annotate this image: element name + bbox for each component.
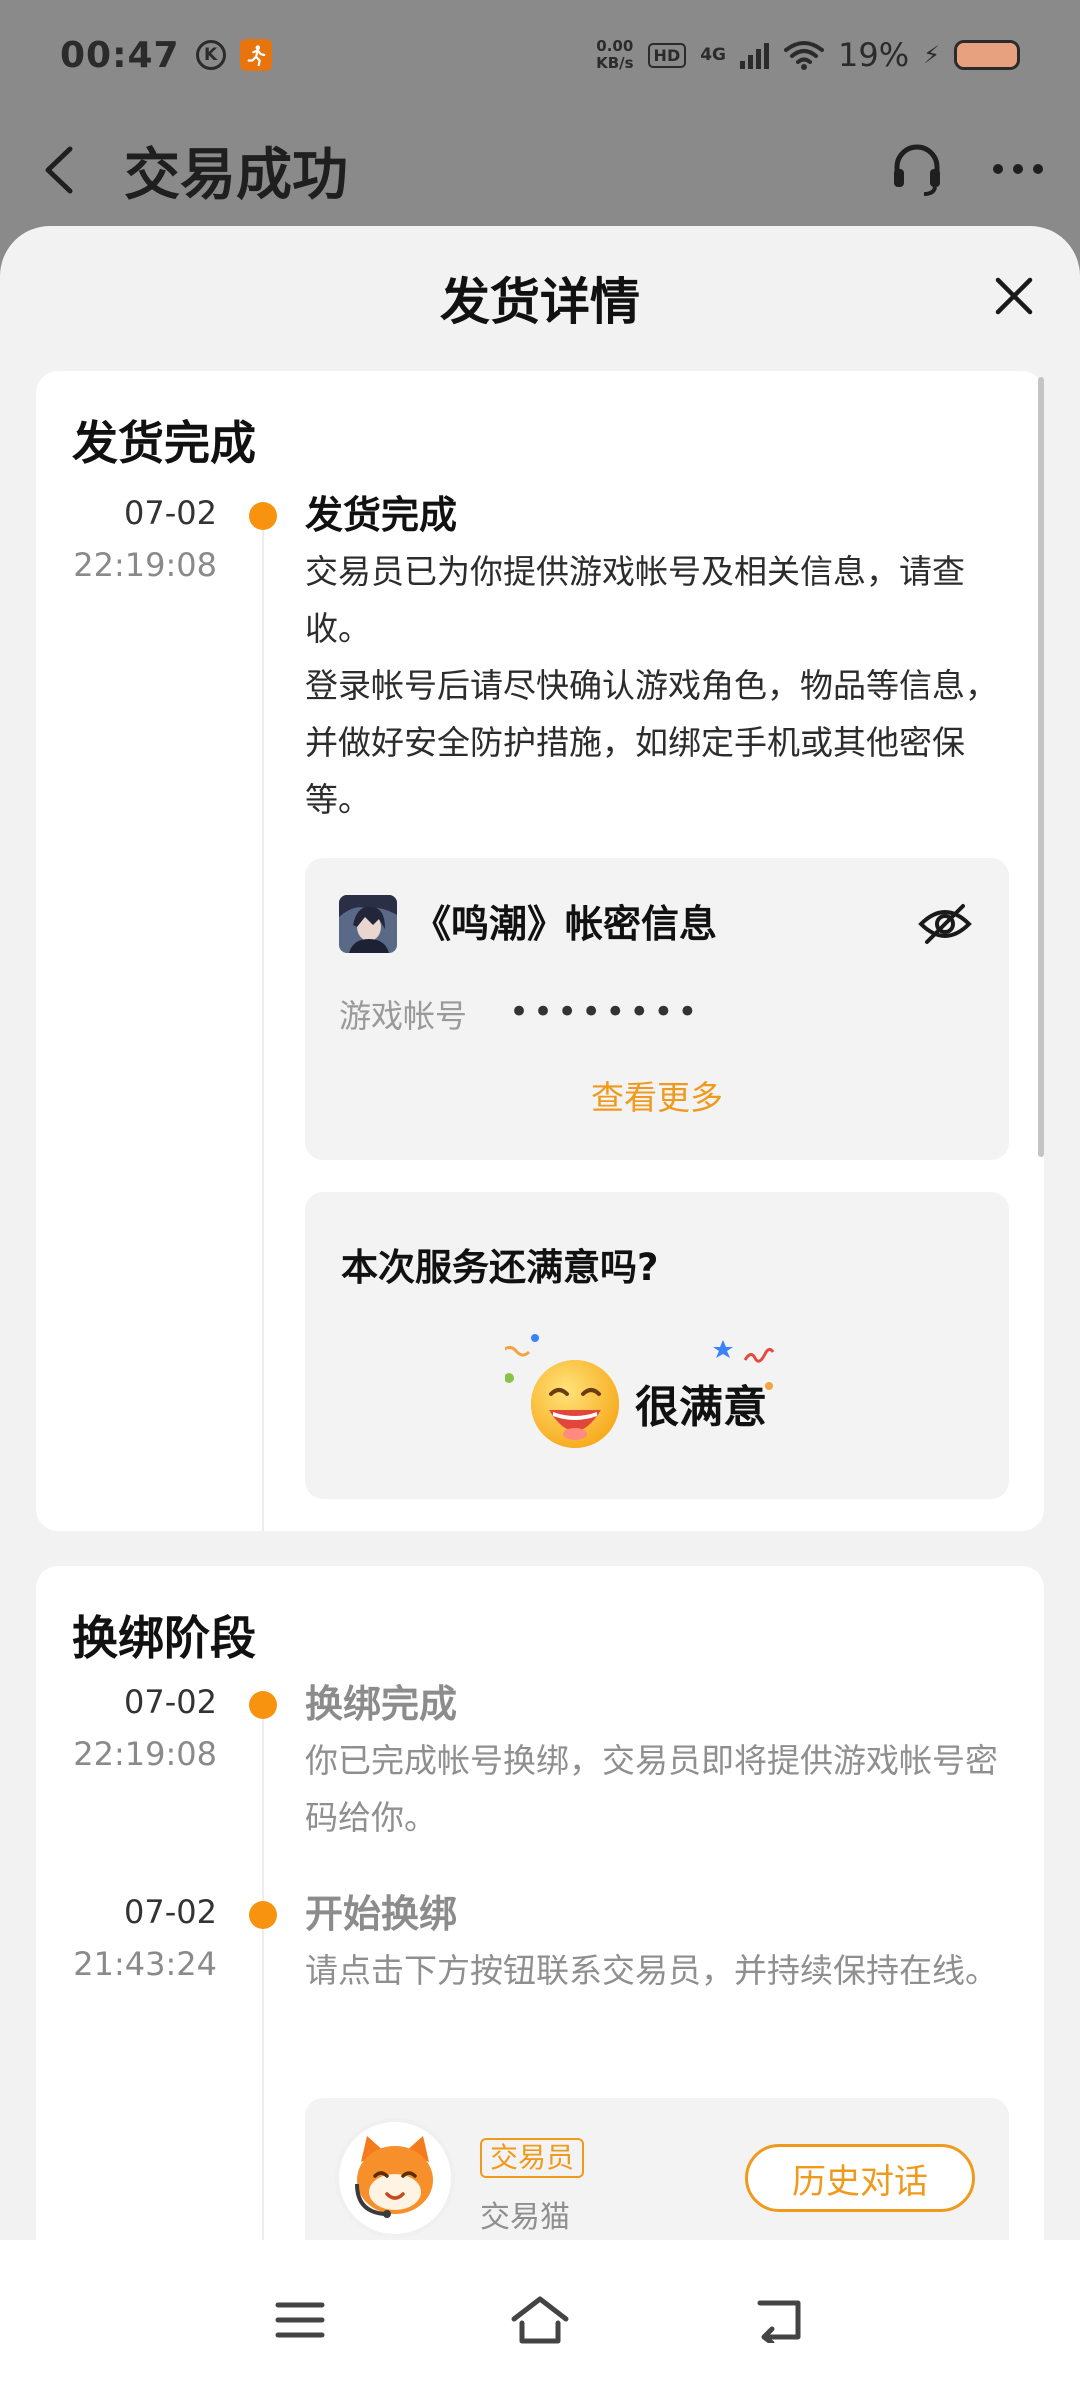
page-title: 交易成功 <box>124 142 348 208</box>
battery-icon <box>954 40 1020 70</box>
chevron-left-icon[interactable] <box>36 146 82 194</box>
timeline-line <box>262 521 264 1531</box>
event-heading: 发货完成 <box>305 493 458 537</box>
close-icon[interactable] <box>988 270 1040 322</box>
agent-card: 交易员 交易猫 历史对话 <box>305 2098 1009 2240</box>
battery-percent: 19% <box>838 36 910 74</box>
charging-icon: ⚡ <box>923 41 940 69</box>
history-chat-button[interactable]: 历史对话 <box>745 2144 975 2212</box>
timeline-dot <box>249 502 277 530</box>
headset-icon[interactable] <box>888 139 946 201</box>
top-nav: 交易成功 <box>0 110 1080 230</box>
event-description: 交易员已为你提供游戏帐号及相关信息，请查收。 登录帐号后请尽快确认游戏角色，物品… <box>305 552 998 819</box>
home-icon[interactable] <box>420 2270 660 2370</box>
event-time: 22:19:08 <box>73 546 217 584</box>
status-time: 00:47 <box>60 34 180 76</box>
account-info-card: 《鸣潮》帐密信息 游戏帐号 •••••••• 查看更多 <box>305 858 1009 1160</box>
rebind-card: 换绑阶段 07-02 22:19:08 换绑完成 你已完成帐号换绑，交易员即将提… <box>36 1566 1044 2240</box>
scrollbar[interactable] <box>1038 377 1044 1157</box>
delivery-details-sheet: 发货详情 发货完成 07-02 22:19:08 发货完成 交易员已为你提供游戏… <box>0 226 1080 2240</box>
agent-role-badge: 交易员 <box>480 2138 585 2178</box>
event-time: 21:43:24 <box>73 1945 217 1983</box>
timeline-dot <box>249 1691 277 1719</box>
net-speed: 0.00 KB/s <box>596 38 633 72</box>
game-avatar <box>339 895 397 953</box>
event-time: 22:19:08 <box>73 1735 217 1773</box>
running-app-icon <box>239 39 272 71</box>
event-date: 07-02 <box>124 1683 217 1721</box>
status-bar: 00:47 K 0.00 KB/s HD 4G 19% ⚡ <box>0 0 1080 110</box>
net-speed-unit: KB/s <box>596 54 634 72</box>
view-more-link[interactable]: 查看更多 <box>305 1072 1009 1124</box>
k-icon: K <box>195 40 226 70</box>
delivery-card: 发货完成 07-02 22:19:08 发货完成 交易员已为你提供游戏帐号及相关… <box>36 371 1044 1531</box>
more-horizontal-icon[interactable] <box>992 161 1044 180</box>
event-description: 你已完成帐号换绑，交易员即将提供游戏帐号密码给你。 <box>305 1741 998 1837</box>
event-heading: 开始换绑 <box>305 1892 458 1936</box>
timeline-dot <box>249 1901 277 1929</box>
net-speed-value: 0.00 <box>596 37 634 55</box>
rating-question: 本次服务还满意吗? <box>341 1246 659 1289</box>
event-description: 请点击下方按钮联系交易员，并持续保持在线。 <box>305 1951 998 1990</box>
battery-fill <box>957 43 1017 67</box>
rating-label[interactable]: 很满意 <box>635 1378 767 1438</box>
account-card-title: 《鸣潮》帐密信息 <box>413 902 718 946</box>
account-field-value: •••••••• <box>509 992 702 1032</box>
account-field-label: 游戏帐号 <box>339 997 468 1035</box>
event-date: 07-02 <box>124 494 217 532</box>
eye-off-icon[interactable] <box>917 896 973 952</box>
agent-name: 交易猫 <box>480 2200 570 2235</box>
avatar <box>339 2122 451 2234</box>
status-indicators: 0.00 KB/s HD 4G 19% ⚡ <box>596 36 1020 74</box>
signal-4g-label: 4G <box>700 45 727 65</box>
event-date: 07-02 <box>124 1893 217 1931</box>
back-icon[interactable] <box>660 2270 900 2370</box>
delivery-section-title: 发货完成 <box>72 416 256 470</box>
sheet-title: 发货详情 <box>440 273 640 331</box>
rebind-section-title: 换绑阶段 <box>72 1611 256 1665</box>
signal-bars-icon <box>740 43 770 69</box>
timeline-line <box>262 1716 264 2240</box>
event-heading: 换绑完成 <box>305 1682 458 1726</box>
system-nav-bar <box>0 2240 1080 2400</box>
header-actions <box>888 139 1044 201</box>
rating-card: 本次服务还满意吗? 很满意 <box>305 1192 1009 1499</box>
wifi-icon <box>784 41 825 70</box>
hd-icon: HD <box>647 42 687 68</box>
sheet-header: 发货详情 <box>0 226 1080 370</box>
menu-icon[interactable] <box>180 2270 420 2370</box>
